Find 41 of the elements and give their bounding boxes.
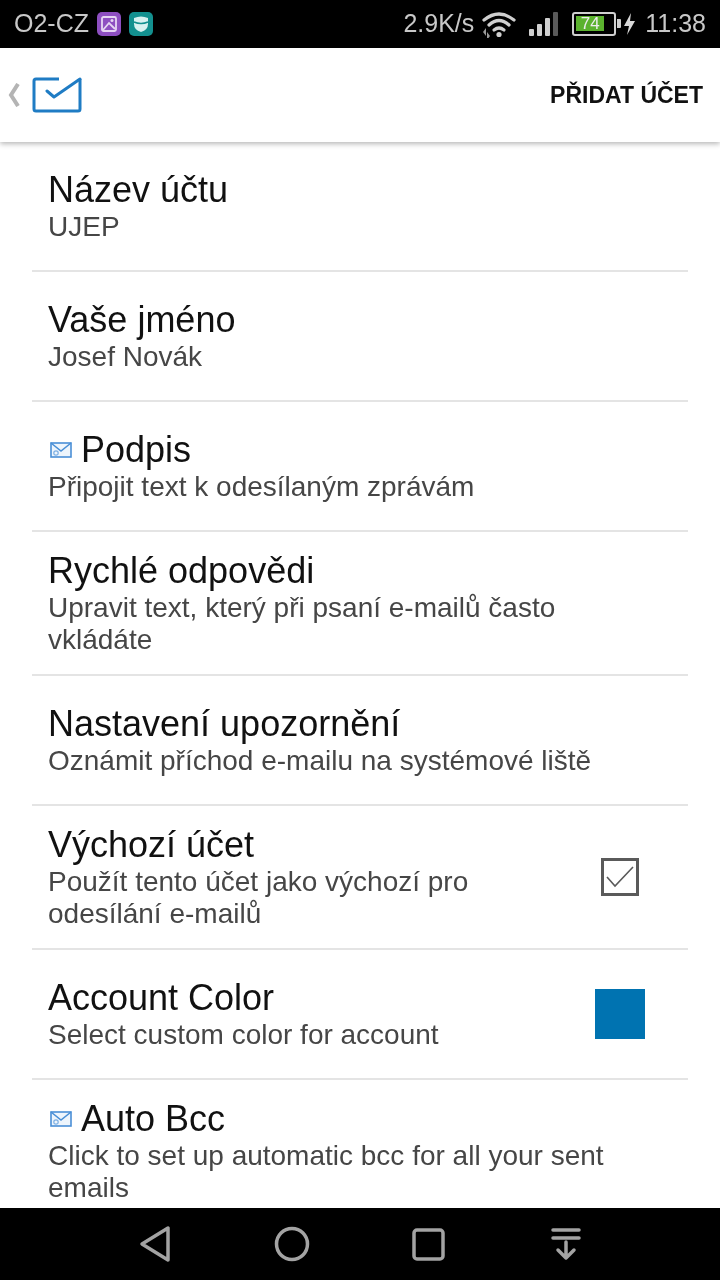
setting-summary: Oznámit příchod e-mailu na systémové liště: [48, 745, 593, 777]
envelope-icon: [50, 442, 72, 458]
network-speed: 2.9K/s: [403, 8, 475, 40]
setting-summary: Použít tento účet jako výchozí pro odesílání e-mailů: [48, 866, 470, 930]
checkbox[interactable]: [601, 858, 639, 896]
wifi-icon: [480, 10, 519, 38]
signal-icon: [528, 11, 561, 37]
setting-item[interactable]: Vaše jméno Josef Novák: [32, 272, 688, 402]
setting-title: Nastavení upozornění: [48, 703, 401, 745]
setting-item[interactable]: Auto Bcc Click to set up automatic bcc for all your sent emails: [32, 1080, 688, 1208]
envelope-check-icon[interactable]: [32, 77, 82, 113]
lines-down-arrow-icon[interactable]: [550, 1227, 581, 1261]
clock-time: 11:38: [645, 8, 706, 40]
setting-title: Výchozí účet: [48, 824, 255, 866]
setting-summary: Select custom color for account: [48, 1019, 440, 1051]
setting-item[interactable]: Nastavení upozornění Oznámit příchod e-mailu na systémové liště: [32, 676, 688, 806]
setting-title: Auto Bcc: [81, 1098, 226, 1140]
setting-item[interactable]: Account Color Select custom color for account: [32, 950, 688, 1080]
recent-apps-icon[interactable]: [412, 1227, 445, 1261]
envelope-icon: [50, 1111, 72, 1127]
setting-title: Rychlé odpovědi: [48, 550, 315, 592]
setting-item[interactable]: Podpis Připojit text k odesílaným zprávám: [32, 402, 688, 532]
picture-icon: [97, 12, 121, 36]
home-icon[interactable]: [273, 1226, 310, 1262]
setting-title: Account Color: [48, 977, 275, 1019]
setting-summary: Upravit text, který při psaní e-mailů často vkládáte: [48, 592, 557, 656]
setting-item[interactable]: Název účtu UJEP: [32, 142, 688, 272]
setting-title: Název účtu: [48, 169, 229, 211]
setting-item[interactable]: Výchozí účet Použít tento účet jako výchozí pro odesílání e-mailů: [32, 806, 688, 950]
shield-icon: [129, 12, 153, 36]
setting-title: Vaše jméno: [48, 299, 236, 341]
setting-summary: UJEP: [48, 211, 121, 243]
setting-title: Podpis: [81, 429, 192, 471]
setting-summary: Click to set up automatic bcc for all your sent emails: [48, 1140, 605, 1204]
carrier-name: O2-CZ: [14, 8, 89, 40]
back-icon[interactable]: [137, 1225, 172, 1263]
add-account-button[interactable]: PŘIDAT ÚČET: [550, 77, 703, 113]
setting-item[interactable]: Rychlé odpovědi Upravit text, který při psaní e-mailů často vkládáte: [32, 532, 688, 676]
setting-summary: Připojit text k odesílaným zprávám: [48, 471, 476, 503]
charging-bolt-icon: [624, 13, 636, 35]
setting-summary: Josef Novák: [48, 341, 204, 373]
